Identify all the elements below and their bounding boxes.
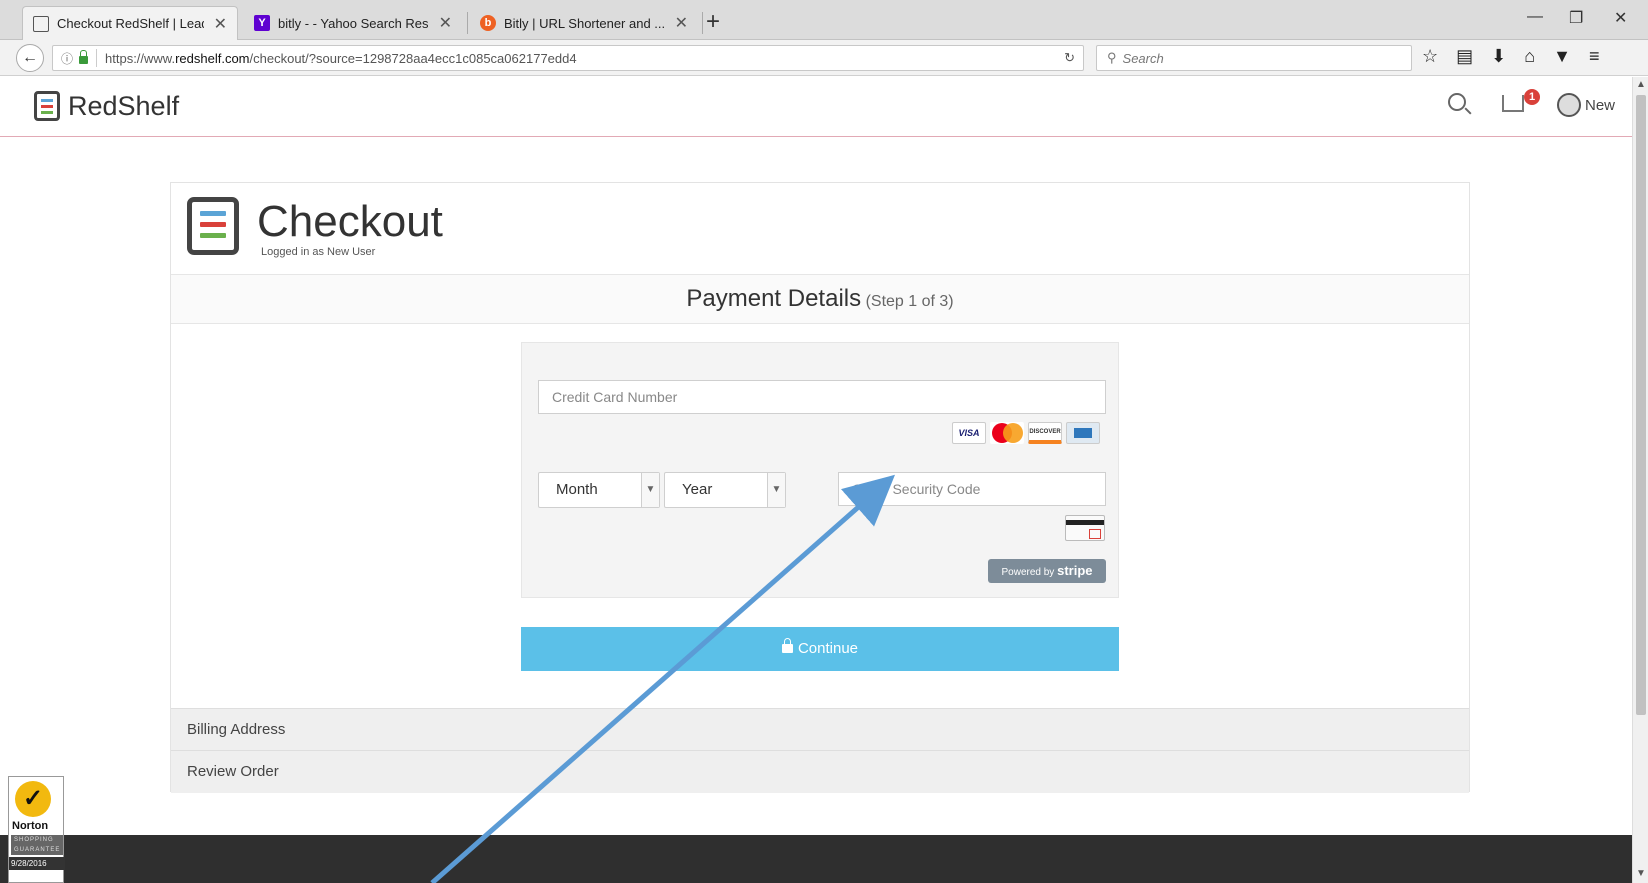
cart-count-badge: 1	[1524, 89, 1540, 105]
site-info-icon[interactable]: ⓘ	[61, 50, 73, 67]
tab-title: bitly - - Yahoo Search Res...	[278, 15, 429, 31]
site-header: RedShelf 1 New	[0, 77, 1632, 137]
restore-icon[interactable]: ❐	[1569, 8, 1583, 28]
year-select-value: Year	[682, 481, 713, 498]
reading-list-icon[interactable]: ▤	[1456, 46, 1473, 67]
brand-name[interactable]: RedShelf	[68, 91, 179, 122]
tab-checkout-redshelf[interactable]: Checkout RedShelf | Leadi... ✕	[22, 6, 238, 40]
cart-icon[interactable]	[1502, 95, 1524, 112]
powered-by-stripe-badge[interactable]: Powered by stripe	[988, 559, 1106, 583]
browser-toolbar-icons: ☆ ▤ ⬇ ⌂ ▼ ≡	[1422, 46, 1599, 67]
tab-yahoo-search[interactable]: Y bitly - - Yahoo Search Res... ✕	[244, 6, 462, 40]
review-order-step[interactable]: Review Order	[171, 750, 1469, 793]
norton-guarantee-label: SHOPPING GUARANTEE	[11, 835, 63, 855]
menu-icon[interactable]: ≡	[1589, 46, 1600, 67]
search-icon[interactable]	[1448, 93, 1466, 111]
cvv-card-back-icon	[1065, 515, 1105, 541]
minimize-icon[interactable]: —	[1527, 8, 1543, 26]
browser-search-field[interactable]: ⚲ Search	[1096, 45, 1412, 71]
credit-card-number-input[interactable]: Credit Card Number	[538, 380, 1106, 414]
page-scrollbar[interactable]: ▲ ▼	[1632, 77, 1648, 883]
scroll-up-icon[interactable]: ▲	[1636, 79, 1646, 90]
new-tab-icon[interactable]: +	[706, 8, 720, 36]
checkout-logo-icon	[187, 197, 239, 255]
visa-icon: VISA	[952, 422, 986, 444]
yahoo-favicon-icon: Y	[254, 15, 270, 31]
url-path: /checkout/?source=1298728aa4ecc1c085ca06…	[249, 50, 577, 66]
year-select[interactable]: Year ▼	[664, 472, 786, 508]
mastercard-icon	[990, 422, 1024, 444]
home-icon[interactable]: ⌂	[1524, 46, 1535, 67]
payment-details-title: Payment Details	[686, 285, 862, 312]
discover-icon: DISCOVER	[1028, 422, 1062, 444]
norton-name: Norton	[12, 820, 49, 832]
redshelf-logo-icon[interactable]	[34, 91, 60, 121]
user-menu-label[interactable]: New	[1585, 97, 1615, 114]
tab-separator	[467, 12, 468, 34]
close-tab-icon[interactable]: ✕	[675, 13, 688, 33]
url-host: redshelf.com	[175, 50, 250, 66]
amex-icon	[1066, 422, 1100, 444]
download-icon[interactable]: ⬇	[1491, 46, 1506, 67]
address-bar[interactable]: ⓘ https://www. redshelf.com/checkout/?sou…	[52, 45, 1084, 71]
payment-details-header: Payment Details (Step 1 of 3)	[171, 274, 1469, 324]
stripe-label: stripe	[1057, 563, 1093, 578]
reload-icon[interactable]: ↻	[1064, 50, 1075, 66]
norton-date: 9/28/2016	[9, 857, 65, 870]
browser-nav-bar: ← ⓘ https://www. redshelf.com/checkout/?s…	[0, 40, 1648, 76]
chevron-down-icon[interactable]: ▼	[767, 473, 785, 507]
continue-label: Continue	[797, 640, 859, 657]
window-close-icon[interactable]: ✕	[1614, 8, 1627, 28]
search-placeholder: Search	[1122, 50, 1164, 66]
close-tab-icon[interactable]: ✕	[439, 13, 452, 33]
lock-icon	[781, 638, 793, 653]
checkout-card: Checkout Logged in as New User Payment D…	[170, 182, 1470, 793]
payment-form: Credit Card Number VISA DISCOVER Month ▼…	[521, 342, 1119, 598]
back-arrow-icon[interactable]: ←	[16, 44, 44, 72]
url-prefix: https://www.	[105, 50, 176, 66]
url-divider	[96, 49, 98, 67]
redshelf-favicon-icon	[33, 15, 49, 32]
cvv-security-code-input[interactable]: CVV / Security Code	[838, 472, 1106, 506]
norton-shopping-guarantee-badge[interactable]: ✓ Norton SHOPPING GUARANTEE 9/28/2016	[8, 776, 65, 883]
secure-lock-icon	[79, 50, 89, 64]
month-select[interactable]: Month ▼	[538, 472, 660, 508]
tab-title: Checkout RedShelf | Leadi...	[57, 16, 204, 31]
logged-in-label: Logged in as New User	[261, 246, 376, 258]
powered-by-label: Powered by	[1001, 567, 1055, 578]
scroll-down-icon[interactable]: ▼	[1636, 868, 1646, 879]
chevron-down-icon[interactable]: ▼	[641, 473, 659, 507]
tab-separator	[702, 12, 703, 34]
month-select-value: Month	[556, 481, 598, 498]
accepted-cards: VISA DISCOVER	[952, 422, 1100, 444]
step-indicator: (Step 1 of 3)	[865, 293, 954, 310]
tab-bitly[interactable]: b Bitly | URL Shortener and ... ✕	[470, 6, 698, 40]
site-footer	[0, 835, 1632, 883]
tab-title: Bitly | URL Shortener and ...	[504, 15, 665, 31]
close-tab-icon[interactable]: ✕	[214, 14, 227, 34]
continue-button[interactable]: Continue	[521, 627, 1119, 671]
norton-check-icon: ✓	[15, 781, 51, 817]
pocket-icon[interactable]: ▼	[1553, 46, 1571, 67]
user-avatar-icon[interactable]	[1557, 93, 1581, 117]
scrollbar-thumb[interactable]	[1636, 95, 1646, 715]
billing-address-step[interactable]: Billing Address	[171, 708, 1469, 751]
bookmark-star-icon[interactable]: ☆	[1422, 46, 1438, 67]
page-title: Checkout	[257, 197, 443, 246]
browser-tab-bar: Checkout RedShelf | Leadi... ✕ Y bitly -…	[0, 0, 1648, 40]
search-icon: ⚲	[1107, 50, 1117, 65]
bitly-favicon-icon: b	[480, 15, 496, 31]
